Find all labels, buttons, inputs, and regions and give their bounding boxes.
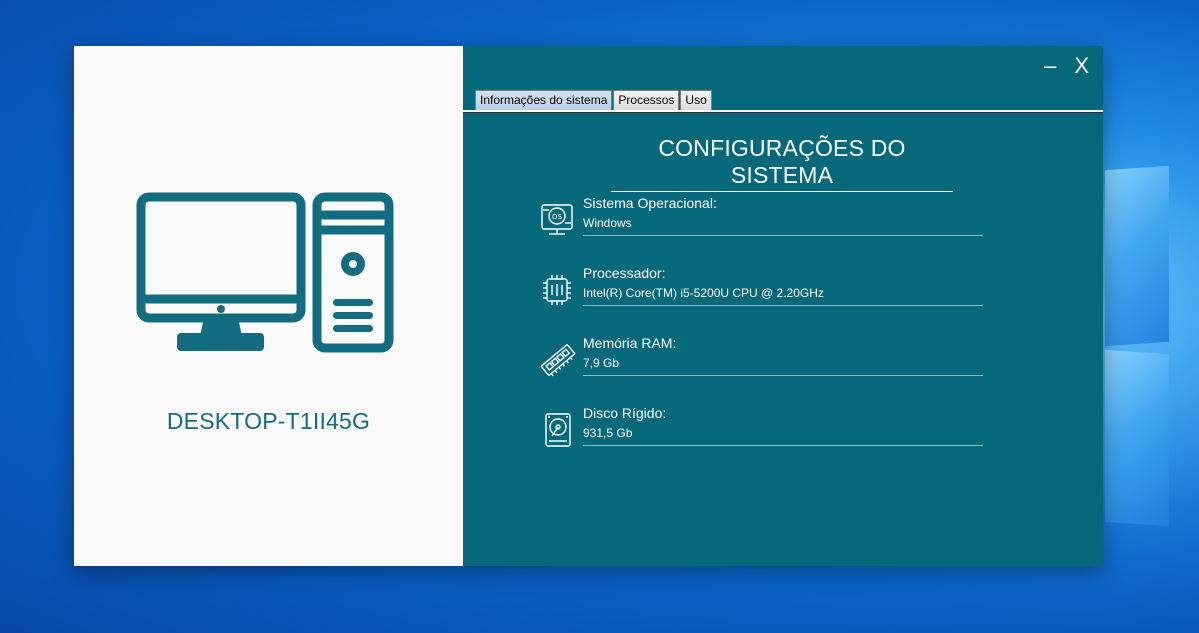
divider bbox=[583, 445, 983, 446]
info-row-disk: Disco Rígido: 931,5 Gb bbox=[539, 405, 983, 449]
disk-value: 931,5 Gb bbox=[583, 426, 633, 440]
window-controls: – X bbox=[1044, 52, 1089, 80]
tab-processes[interactable]: Processos bbox=[613, 90, 680, 110]
page-title: CONFIGURAÇÕES DO SISTEMA bbox=[611, 135, 953, 192]
divider bbox=[583, 305, 983, 306]
ram-icon bbox=[540, 344, 576, 377]
divider bbox=[583, 235, 983, 236]
close-button[interactable]: X bbox=[1074, 52, 1089, 80]
tab-system-info[interactable]: Informações do sistema bbox=[475, 90, 613, 110]
info-row-os: OS Sistema Operacional: Windows bbox=[539, 195, 983, 239]
windows-logo-pane bbox=[1105, 349, 1169, 527]
os-icon: OS bbox=[541, 204, 573, 235]
hard-disk-icon bbox=[545, 413, 571, 447]
cpu-icon bbox=[543, 275, 571, 305]
tab-usage[interactable]: Uso bbox=[680, 90, 712, 110]
os-value: Windows bbox=[583, 216, 632, 230]
os-label: Sistema Operacional: bbox=[583, 195, 717, 211]
info-row-processor: Processador: Intel(R) Core(TM) i5-5200U … bbox=[539, 265, 983, 309]
left-panel: DESKTOP-T1II45G bbox=[74, 46, 463, 566]
right-panel: – X Informações do sistema Processos Uso… bbox=[463, 46, 1103, 566]
desktop-background: DESKTOP-T1II45G – X Informações do siste… bbox=[0, 0, 1199, 633]
divider bbox=[583, 375, 983, 376]
info-row-ram: Memória RAM: 7,9 Gb bbox=[539, 335, 983, 379]
tab-divider bbox=[463, 110, 1103, 113]
system-info-window: DESKTOP-T1II45G – X Informações do siste… bbox=[74, 46, 1103, 566]
desktop-computer-icon bbox=[136, 192, 394, 353]
tab-bar: Informações do sistema Processos Uso bbox=[475, 90, 712, 110]
ram-value: 7,9 Gb bbox=[583, 356, 620, 370]
minimize-button[interactable]: – bbox=[1044, 52, 1056, 80]
windows-logo-pane bbox=[1105, 165, 1169, 347]
svg-text:OS: OS bbox=[552, 213, 563, 221]
hostname: DESKTOP-T1II45G bbox=[166, 408, 371, 434]
disk-label: Disco Rígido: bbox=[583, 405, 667, 421]
processor-label: Processador: bbox=[583, 265, 666, 281]
processor-value: Intel(R) Core(TM) i5-5200U CPU @ 2.20GHz bbox=[583, 286, 824, 300]
ram-label: Memória RAM: bbox=[583, 335, 677, 351]
